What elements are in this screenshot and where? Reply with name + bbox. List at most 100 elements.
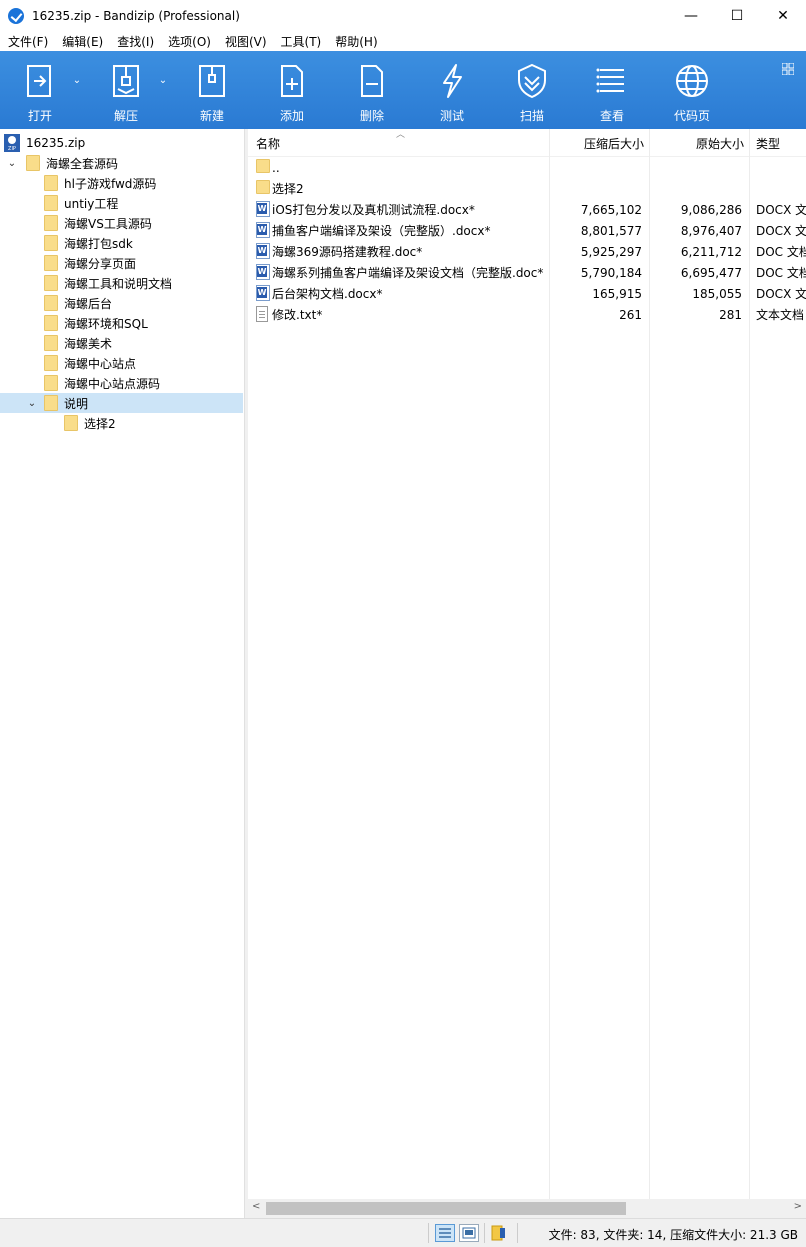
- zip-file-icon: ZIP: [4, 134, 20, 152]
- folder-icon: [256, 180, 270, 194]
- extract-button[interactable]: 解压: [86, 51, 166, 129]
- folder-icon: [26, 155, 40, 171]
- svg-text:ZIP: ZIP: [8, 146, 16, 152]
- add-button[interactable]: 添加: [252, 51, 332, 129]
- file-row[interactable]: 选择2: [248, 178, 806, 199]
- open-label: 打开: [27, 109, 52, 123]
- file-row[interactable]: W 海螺369源码搭建教程.doc* 5,925,297 6,211,712 D…: [248, 241, 806, 262]
- tree-item[interactable]: 海螺中心站点: [0, 353, 243, 373]
- status-bar: 文件: 83, 文件夹: 14, 压缩文件大小: 21.3 GB: [0, 1218, 806, 1247]
- view-label: 查看: [599, 109, 624, 123]
- delete-button[interactable]: 删除: [332, 51, 412, 129]
- tree-item[interactable]: 海螺中心站点源码: [0, 373, 243, 393]
- menu-help[interactable]: 帮助(H): [327, 33, 383, 50]
- menu-options[interactable]: 选项(O): [160, 33, 217, 50]
- tree-label: 海螺后台: [64, 296, 113, 311]
- column-original-size[interactable]: 原始大小: [696, 129, 744, 157]
- delete-file-icon: [361, 65, 383, 97]
- tree-item[interactable]: 海螺打包sdk: [0, 233, 243, 253]
- scroll-right-icon[interactable]: >: [794, 1201, 802, 1212]
- tree-item-main-folder[interactable]: ⌄ 海螺全套源码: [0, 153, 243, 173]
- tree-item-root[interactable]: ZIP 16235.zip: [0, 133, 243, 153]
- original-size: 6,695,477: [680, 265, 742, 280]
- tree-item[interactable]: 海螺美术: [0, 333, 243, 353]
- new-archive-icon: [199, 65, 225, 97]
- scroll-left-icon[interactable]: <: [252, 1201, 260, 1212]
- file-type: DOC 文档: [756, 245, 806, 259]
- open-button[interactable]: 打开: [0, 51, 80, 129]
- folder-icon: [44, 215, 58, 231]
- original-size: 185,055: [692, 286, 742, 301]
- file-row[interactable]: W iOS打包分发以及真机测试流程.docx* 7,665,102 9,086,…: [248, 199, 806, 220]
- chevron-down-icon[interactable]: ⌄: [6, 158, 18, 169]
- scan-button[interactable]: 扫描: [492, 51, 572, 129]
- horizontal-scrollbar[interactable]: < >: [248, 1199, 806, 1218]
- tree-label: 海螺分享页面: [64, 256, 137, 271]
- tree-item-selected[interactable]: ⌄ 说明: [0, 393, 243, 413]
- test-button[interactable]: 测试: [412, 51, 492, 129]
- tree-item[interactable]: hl子游戏fwd源码: [0, 173, 243, 193]
- folder-icon: [256, 159, 270, 173]
- file-name: 海螺系列捕鱼客户端编译及架设文档（完整版.doc*: [272, 266, 544, 280]
- word-document-icon: W: [256, 222, 270, 238]
- compressed-size: 5,925,297: [580, 244, 642, 259]
- file-row[interactable]: W 捕鱼客户端编译及架设（完整版）.docx* 8,801,577 8,976,…: [248, 220, 806, 241]
- tree-label: 海螺美术: [64, 336, 113, 351]
- add-label: 添加: [279, 109, 304, 123]
- title-bar: 16235.zip - Bandizip (Professional) — ☐ …: [0, 0, 806, 31]
- tree-item[interactable]: 选择2: [0, 413, 243, 433]
- folder-icon: [44, 255, 58, 271]
- chevron-down-icon[interactable]: ⌄: [26, 398, 38, 409]
- tree-item[interactable]: 海螺后台: [0, 293, 243, 313]
- tree-item[interactable]: 海螺VS工具源码: [0, 213, 243, 233]
- tree-item[interactable]: 海螺环境和SQL: [0, 313, 243, 333]
- word-document-icon: W: [256, 264, 270, 280]
- compressed-size: 5,790,184: [580, 265, 642, 280]
- archive-info-icon[interactable]: [491, 1225, 509, 1241]
- list-icon: [596, 68, 624, 93]
- preview-view-icon[interactable]: [459, 1224, 479, 1242]
- tree-label: 海螺中心站点: [64, 356, 137, 371]
- text-file-icon: [256, 306, 268, 322]
- column-type[interactable]: 类型: [756, 129, 780, 157]
- tree-label: 海螺环境和SQL: [64, 316, 148, 331]
- minimize-button[interactable]: —: [668, 0, 714, 31]
- new-button[interactable]: 新建: [172, 51, 252, 129]
- file-row[interactable]: W 后台架构文档.docx* 165,915 185,055 DOCX 文: [248, 283, 806, 304]
- folder-icon: [44, 235, 58, 251]
- view-button[interactable]: 查看: [572, 51, 652, 129]
- extract-icon: [113, 65, 139, 97]
- menu-view[interactable]: 视图(V): [217, 33, 273, 50]
- tree-label: untiy工程: [64, 196, 119, 211]
- menu-tools[interactable]: 工具(T): [273, 33, 328, 50]
- sort-ascending-icon: ︿: [396, 130, 406, 140]
- codepage-button[interactable]: 代码页: [652, 51, 732, 129]
- codepage-label: 代码页: [673, 109, 710, 123]
- file-type: 文本文档: [756, 308, 805, 322]
- maximize-button[interactable]: ☐: [714, 0, 760, 31]
- tree-item[interactable]: 海螺分享页面: [0, 253, 243, 273]
- column-name[interactable]: 名称: [256, 129, 280, 157]
- close-button[interactable]: ✕: [760, 0, 806, 31]
- file-name: iOS打包分发以及真机测试流程.docx*: [272, 203, 475, 217]
- scrollbar-thumb[interactable]: [266, 1202, 626, 1215]
- file-row[interactable]: ..: [248, 157, 806, 178]
- add-file-icon: [281, 65, 303, 97]
- column-compressed-size[interactable]: 压缩后大小: [584, 129, 644, 157]
- file-name: 选择2: [272, 182, 304, 196]
- details-view-icon[interactable]: [435, 1224, 455, 1242]
- tree-item[interactable]: untiy工程: [0, 193, 243, 213]
- menu-edit[interactable]: 编辑(E): [54, 33, 109, 50]
- tree-label: 海螺中心站点源码: [64, 376, 161, 391]
- file-name: 捕鱼客户端编译及架设（完整版）.docx*: [272, 224, 491, 238]
- file-row[interactable]: 修改.txt* 261 281 文本文档: [248, 304, 806, 325]
- menu-find[interactable]: 查找(I): [109, 33, 160, 50]
- column-header: ︿ 名称 压缩后大小 原始大小 类型: [248, 129, 806, 157]
- menu-file[interactable]: 文件(F): [0, 33, 54, 50]
- original-size: 8,976,407: [680, 223, 742, 238]
- tree-item[interactable]: 海螺工具和说明文档: [0, 273, 243, 293]
- layout-grid-icon[interactable]: [782, 63, 794, 75]
- original-size: 281: [719, 307, 742, 322]
- file-row[interactable]: W 海螺系列捕鱼客户端编译及架设文档（完整版.doc* 5,790,184 6,…: [248, 262, 806, 283]
- shield-icon: [518, 63, 546, 99]
